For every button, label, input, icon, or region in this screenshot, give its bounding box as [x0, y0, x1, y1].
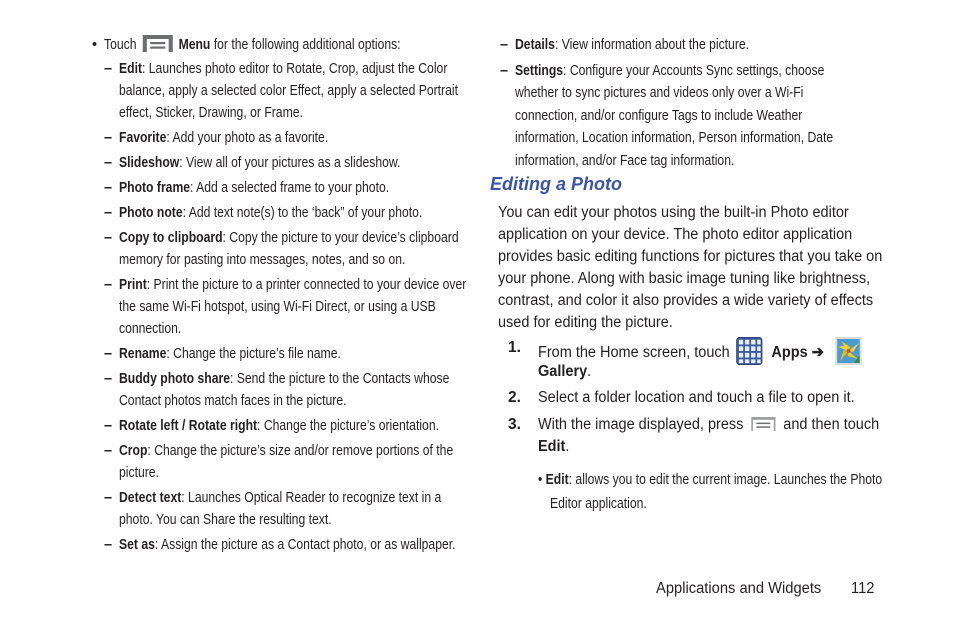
option-description: : Send the picture to the Contacts whose [229, 371, 450, 387]
option-item: – Photo note: Add text note(s) to the ‘ba… [92, 202, 472, 224]
steps-list: 1. From the Home screen, touch Apps ➔ Ga… [508, 337, 908, 458]
option-description: : Add your photo as a favorite. [166, 130, 329, 146]
option-description: the same Wi-Fi hotspot, using Wi-Fi Dire… [119, 299, 436, 315]
option-term: Favorite [119, 130, 167, 146]
dash-marker: – [104, 230, 113, 246]
step-3: 3. With the image displayed, press and t… [508, 416, 880, 433]
option-description: information, and/or Face tag information… [515, 152, 735, 169]
option-item: – Settings: Configure your Accounts Sync … [488, 60, 858, 173]
dash-marker: – [104, 61, 113, 77]
dash-marker: – [104, 155, 113, 171]
option-description: picture. [119, 465, 159, 481]
dash-marker: – [104, 277, 113, 293]
option-term: Rename [119, 346, 167, 362]
option-term: Photo frame [119, 180, 191, 196]
step-2: 2. Select a folder location and touch a … [508, 389, 855, 406]
option-term: Crop [119, 443, 148, 459]
dash-marker: – [104, 418, 113, 434]
page-number: 112 [851, 580, 875, 597]
step-3-continued: Edit. [538, 438, 570, 455]
option-item: – Buddy photo share: Send the picture to … [92, 368, 472, 412]
option-description: : Assign the picture as a Contact photo,… [154, 537, 456, 553]
menu-label: Menu [178, 37, 211, 53]
option-description: : Add text note(s) to the ‘back” of your… [182, 205, 423, 221]
option-description: : View all of your pictures as a slidesh… [179, 155, 401, 171]
option-term: Settings [515, 62, 564, 79]
option-description: Contact photos match faces in the pictur… [119, 393, 347, 409]
option-term: Edit [119, 61, 143, 77]
bullet: • [538, 472, 543, 488]
step-1: 1. From the Home screen, touch Apps ➔ [508, 337, 908, 365]
option-description: : View information about the picture. [554, 37, 750, 53]
option-term: Print [119, 277, 147, 293]
option-term: Copy to clipboard [119, 230, 223, 246]
option-item: – Print: Print the picture to a printer c… [92, 274, 472, 340]
left-column: • Touch Menu for the following additiona… [92, 34, 472, 559]
option-term: Slideshow [119, 155, 180, 171]
option-description: connection, and/or configure Tags to inc… [515, 107, 803, 124]
option-description: information, Location information, Perso… [515, 130, 834, 146]
option-list-continued: – Details: View information about the pic… [488, 34, 858, 172]
option-item: – Detect text: Launches Optical Reader to… [92, 487, 472, 531]
option-item: – Crop: Change the picture’s size and/or … [92, 440, 472, 484]
option-description: : Configure your Accounts Sync settings,… [563, 62, 825, 79]
option-term: Buddy photo share [119, 371, 230, 387]
section-heading: Editing a Photo [490, 174, 622, 194]
option-item: – Photo frame: Add a selected frame to yo… [92, 177, 472, 199]
option-list: – Edit: Launches photo editor to Rotate, … [92, 58, 472, 556]
option-term: Rotate left [119, 418, 179, 434]
option-item: – Slideshow: View all of your pictures as… [92, 152, 472, 174]
option-item: – Rotate left / Rotate right: Change the … [92, 415, 472, 437]
option-item: – Set as: Assign the picture as a Contact… [92, 534, 472, 556]
edit-sub-bullet: • Edit: allows you to edit the current i… [538, 472, 883, 512]
option-description: : Launches photo editor to Rotate, Crop,… [142, 61, 448, 77]
option-term: Rotate right [188, 418, 258, 434]
dash-marker: – [104, 443, 113, 459]
menu-key-icon [142, 35, 173, 52]
menu-key-icon [751, 417, 776, 431]
option-description: effect, Sticker, Drawing, or Frame. [119, 105, 303, 121]
arrow: ➔ [811, 344, 824, 361]
option-description: : Launches Optical Reader to recognize t… [181, 490, 442, 506]
footer-section-title: Applications and Widgets [656, 580, 822, 597]
option-description: connection. [119, 321, 182, 337]
dash-marker: – [104, 130, 113, 146]
dash-marker: – [500, 37, 509, 53]
option-term: Photo note [119, 205, 183, 221]
option-description: : Change the picture’s size and/or remov… [147, 443, 454, 459]
option-term: Details [515, 37, 555, 53]
option-description: : Print the picture to a printer connect… [146, 277, 467, 293]
intro-line: • Touch Menu for the following additiona… [92, 34, 472, 58]
dash-marker: – [500, 62, 509, 79]
option-description: : Change the picture’s file name. [166, 346, 341, 362]
dash-marker: – [104, 205, 113, 221]
dash-marker: – [104, 346, 113, 362]
bullet: • [92, 37, 98, 53]
option-item: – Details: View information about the pic… [488, 34, 858, 57]
option-description: memory for pasting into messages, notes,… [119, 252, 406, 268]
apps-label: Apps [771, 344, 808, 361]
option-item: – Rename: Change the picture’s file name. [92, 343, 472, 365]
option-item: – Favorite: Add your photo as a favorite. [92, 127, 472, 149]
step-1-continued: Gallery. [538, 363, 592, 380]
right-column: – Details: View information about the pic… [490, 34, 910, 175]
dash-marker: – [104, 371, 113, 387]
edit-label: Edit [538, 438, 566, 455]
option-description: balance, apply a selected color Effect, … [119, 83, 458, 99]
option-term: Detect text [119, 490, 182, 506]
dash-marker: – [104, 490, 113, 506]
option-description: photo. You can Share the resulting text. [119, 512, 332, 528]
edit-term: Edit [545, 472, 569, 488]
option-description: : Copy the picture to your device’s clip… [222, 230, 459, 246]
option-term: Set as [119, 537, 155, 553]
option-description: : Add a selected frame to your photo. [190, 180, 390, 196]
gallery-label: Gallery [538, 363, 588, 380]
option-description: : Change the picture’s orientation. [257, 418, 439, 434]
option-description: whether to sync pictures and videos only… [515, 85, 804, 101]
dash-marker: – [104, 537, 113, 553]
dash-marker: – [104, 180, 113, 196]
option-item: – Edit: Launches photo editor to Rotate, … [92, 58, 472, 124]
option-item: – Copy to clipboard: Copy the picture to … [92, 227, 472, 271]
section-paragraph: You can edit your photos using the built… [498, 204, 883, 331]
